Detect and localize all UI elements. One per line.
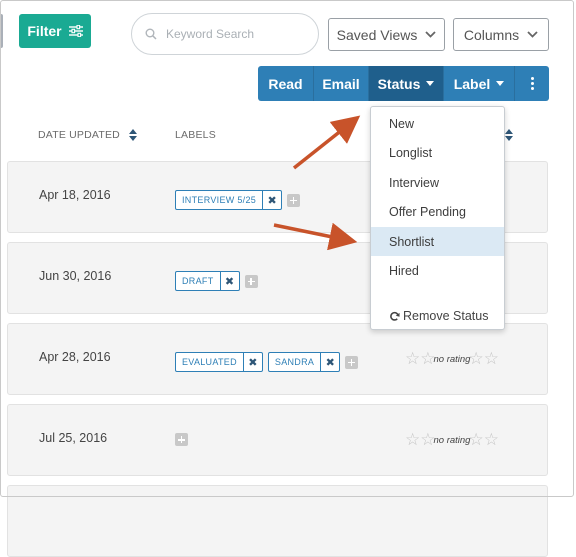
bulk-action-bar: Read Email Status Label <box>258 66 549 101</box>
status-option-offer-pending[interactable]: Offer Pending <box>371 197 504 226</box>
label-tag-text: DRAFT <box>182 276 214 286</box>
keyword-search[interactable] <box>131 13 319 55</box>
date-updated: Jun 30, 2016 <box>39 269 112 283</box>
star-icon[interactable]: ☆ <box>405 351 420 368</box>
label-tag: INTERVIEW 5/25 ✖ <box>175 190 283 210</box>
search-icon <box>145 28 157 40</box>
status-option-interview[interactable]: Interview <box>371 168 504 197</box>
star-icon[interactable]: ☆ <box>405 432 420 449</box>
add-label-icon[interactable] <box>345 355 359 369</box>
panel-edge <box>0 14 3 48</box>
sort-icon <box>128 129 137 141</box>
label-tag-text: INTERVIEW 5/25 <box>182 195 257 205</box>
column-header-label: DATE UPDATED <box>38 129 120 141</box>
status-label: Status <box>377 75 421 92</box>
label-label: Label <box>453 75 491 92</box>
status-option-hired[interactable]: Hired <box>371 256 504 285</box>
column-header-labels: LABELS <box>175 129 216 141</box>
sliders-icon <box>68 25 83 37</box>
read-label: Read <box>268 75 303 92</box>
email-label: Email <box>322 75 360 92</box>
status-option-longlist[interactable]: Longlist <box>371 138 504 167</box>
column-header-date-updated[interactable]: DATE UPDATED <box>38 129 137 141</box>
columns-label: Columns <box>463 26 520 43</box>
label-list <box>175 433 188 446</box>
remove-label-icon[interactable]: ✖ <box>219 272 239 290</box>
status-dropdown-menu: New Longlist Interview Offer Pending Sho… <box>370 106 505 330</box>
remove-label-icon[interactable]: ✖ <box>320 353 339 371</box>
table-row[interactable] <box>7 485 548 557</box>
chevron-down-icon <box>425 31 436 38</box>
date-updated: Apr 28, 2016 <box>39 350 111 364</box>
date-updated: Jul 25, 2016 <box>39 431 108 445</box>
caret-down-icon <box>426 81 435 86</box>
label-tag: EVALUATED ✖ <box>175 352 263 372</box>
star-icon[interactable]: ☆ <box>468 351 483 368</box>
filter-button-label: Filter <box>27 23 62 39</box>
star-icon[interactable]: ☆ <box>484 351 499 368</box>
status-button[interactable]: Status <box>369 66 444 101</box>
label-tag: SANDRA ✖ <box>267 352 341 372</box>
caret-down-icon <box>496 81 505 86</box>
star-rating[interactable]: ☆ ☆ no rating ☆ ☆ <box>405 351 499 368</box>
rating-text: no rating <box>433 435 471 446</box>
status-option-new[interactable]: New <box>371 109 504 138</box>
chevron-down-icon <box>527 31 538 38</box>
label-list: INTERVIEW 5/25 ✖ <box>175 190 301 210</box>
add-label-icon[interactable] <box>175 433 188 446</box>
label-tag-text: EVALUATED <box>182 357 237 367</box>
label-tag: DRAFT ✖ <box>175 271 240 291</box>
saved-views-button[interactable]: Saved Views <box>328 18 445 51</box>
more-actions-button[interactable] <box>515 66 549 101</box>
label-list: EVALUATED ✖ SANDRA ✖ <box>175 352 359 372</box>
email-button[interactable]: Email <box>314 66 369 101</box>
table-row[interactable]: Apr 28, 2016 EVALUATED ✖ SANDRA ✖ ☆ ☆ no… <box>7 323 548 395</box>
refresh-icon <box>390 311 400 321</box>
sort-icon[interactable] <box>505 129 513 141</box>
remove-label-icon[interactable]: ✖ <box>262 191 281 209</box>
label-list: DRAFT ✖ <box>175 271 258 291</box>
remove-status-label: Remove Status <box>403 309 489 323</box>
label-tag-text: SANDRA <box>274 357 315 367</box>
column-header-label: LABELS <box>175 129 216 141</box>
saved-views-label: Saved Views <box>336 26 418 43</box>
star-rating[interactable]: ☆ ☆ no rating ☆ ☆ <box>405 432 499 449</box>
date-updated: Apr 18, 2016 <box>39 188 111 202</box>
filter-button[interactable]: Filter <box>19 14 91 48</box>
table-row[interactable]: Jul 25, 2016 ☆ ☆ no rating ☆ ☆ <box>7 404 548 476</box>
label-button[interactable]: Label <box>444 66 515 101</box>
add-label-icon[interactable] <box>287 193 301 207</box>
more-vertical-icon <box>530 77 534 90</box>
star-icon[interactable]: ☆ <box>468 432 483 449</box>
status-option-shortlist[interactable]: Shortlist <box>371 227 504 256</box>
search-input[interactable] <box>166 27 296 41</box>
rating-text: no rating <box>433 354 471 365</box>
add-label-icon[interactable] <box>244 274 258 288</box>
remove-status-button[interactable]: Remove Status <box>371 306 504 326</box>
star-icon[interactable]: ☆ <box>484 432 499 449</box>
columns-button[interactable]: Columns <box>453 18 549 51</box>
read-button[interactable]: Read <box>258 66 314 101</box>
remove-label-icon[interactable]: ✖ <box>242 353 262 371</box>
